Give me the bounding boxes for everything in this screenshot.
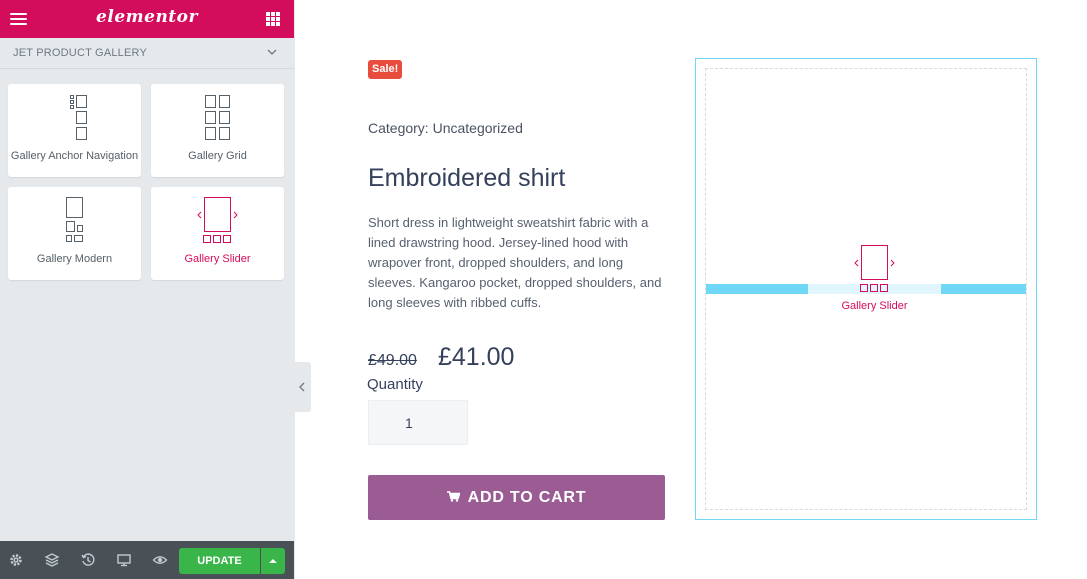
sale-badge: Sale! bbox=[368, 60, 403, 79]
category-title: JET PRODUCT GALLERY bbox=[13, 47, 148, 59]
widget-gallery-grid[interactable]: Gallery Grid bbox=[151, 84, 284, 177]
gallery-slider-icon bbox=[854, 245, 895, 292]
caret-up-icon bbox=[269, 559, 277, 563]
navigator-layers-icon[interactable] bbox=[44, 552, 60, 568]
price-regular: £49.00 bbox=[368, 352, 417, 369]
widget-gallery-anchor-navigation[interactable]: Gallery Anchor Navigation bbox=[8, 84, 141, 177]
gallery-slider-icon bbox=[197, 197, 238, 243]
dragged-widget-label: Gallery Slider bbox=[841, 300, 908, 312]
panel-collapse-toggle[interactable] bbox=[294, 362, 311, 412]
quantity-input[interactable] bbox=[368, 400, 468, 445]
widget-label: Gallery Modern bbox=[36, 253, 113, 265]
product-title: Embroidered shirt bbox=[368, 164, 566, 192]
editor-sidebar: elementor JET PRODUCT GALLERY Gallery An… bbox=[0, 0, 295, 579]
elementor-logo: elementor bbox=[96, 7, 198, 27]
product-category: Category: Uncategorized bbox=[368, 120, 523, 136]
chevron-down-icon bbox=[267, 49, 277, 55]
add-to-cart-label: ADD TO CART bbox=[467, 489, 587, 506]
update-options-button[interactable] bbox=[261, 548, 285, 574]
gallery-grid-icon bbox=[205, 95, 230, 140]
editor-header: elementor bbox=[0, 0, 294, 38]
cart-icon bbox=[446, 490, 460, 502]
widget-gallery-slider[interactable]: Gallery Slider bbox=[151, 187, 284, 280]
widget-label: Gallery Slider bbox=[184, 253, 251, 265]
add-to-cart-button[interactable]: ADD TO CART bbox=[368, 475, 665, 520]
history-icon[interactable] bbox=[80, 552, 96, 568]
settings-icon[interactable] bbox=[8, 552, 24, 568]
preview-eye-icon[interactable] bbox=[152, 552, 168, 568]
widgets-grid-icon[interactable] bbox=[266, 12, 280, 26]
chevron-left-icon bbox=[299, 382, 305, 392]
update-button[interactable]: UPDATE bbox=[179, 548, 260, 574]
widget-gallery-modern[interactable]: Gallery Modern bbox=[8, 187, 141, 280]
widget-label: Gallery Anchor Navigation bbox=[10, 150, 139, 162]
product-description: Short dress in lightweight sweatshirt fa… bbox=[368, 215, 662, 310]
category-header-jet-product-gallery[interactable]: JET PRODUCT GALLERY bbox=[0, 38, 294, 69]
gallery-anchor-navigation-icon bbox=[70, 95, 87, 140]
widget-label: Gallery Grid bbox=[188, 150, 247, 162]
gallery-modern-icon bbox=[66, 197, 83, 242]
price-sale: £41.00 bbox=[438, 343, 515, 371]
responsive-desktop-icon[interactable] bbox=[116, 552, 132, 568]
quantity-label: Quantity bbox=[367, 376, 423, 393]
